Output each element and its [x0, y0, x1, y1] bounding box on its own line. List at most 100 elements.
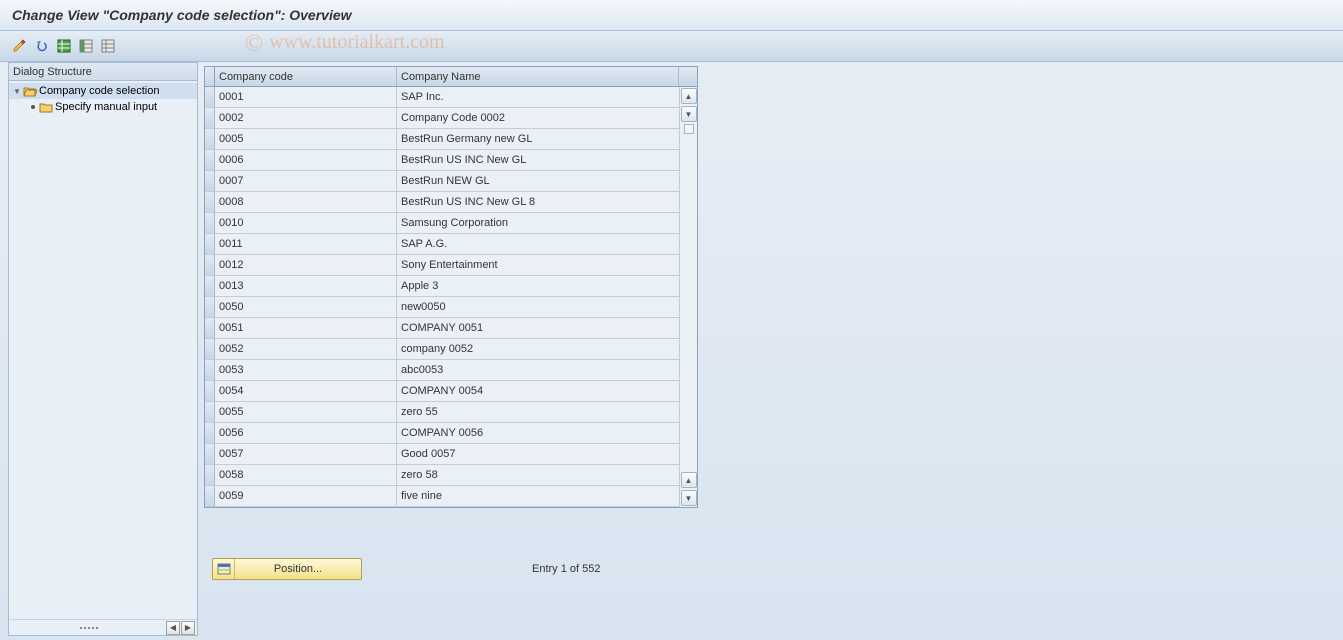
cell-company-name[interactable]: BestRun Germany new GL [397, 129, 679, 150]
scroll-down-button[interactable]: ▼ [681, 106, 697, 122]
table-row[interactable]: 0057Good 0057 [205, 444, 679, 465]
cell-company-code[interactable]: 0001 [215, 87, 397, 108]
select-all-button[interactable] [54, 36, 74, 56]
cell-company-code[interactable]: 0057 [215, 444, 397, 465]
row-selector[interactable] [205, 150, 215, 171]
table-row[interactable]: 0053abc0053 [205, 360, 679, 381]
cell-company-code[interactable]: 0013 [215, 276, 397, 297]
cell-company-name[interactable]: zero 58 [397, 465, 679, 486]
cell-company-name[interactable]: company 0052 [397, 339, 679, 360]
cell-company-name[interactable]: COMPANY 0054 [397, 381, 679, 402]
table-row[interactable]: 0013Apple 3 [205, 276, 679, 297]
table-row[interactable]: 0011SAP A.G. [205, 234, 679, 255]
table-row[interactable]: 0055zero 55 [205, 402, 679, 423]
cell-company-name[interactable]: BestRun US INC New GL [397, 150, 679, 171]
table-row[interactable]: 0012Sony Entertainment [205, 255, 679, 276]
table-row[interactable]: 0056COMPANY 0056 [205, 423, 679, 444]
cell-company-code[interactable]: 0052 [215, 339, 397, 360]
cell-company-name[interactable]: COMPANY 0056 [397, 423, 679, 444]
row-selector[interactable] [205, 108, 215, 129]
table-row[interactable]: 0002Company Code 0002 [205, 108, 679, 129]
cell-company-code[interactable]: 0011 [215, 234, 397, 255]
deselect-all-button[interactable] [98, 36, 118, 56]
cell-company-code[interactable]: 0054 [215, 381, 397, 402]
row-selector[interactable] [205, 276, 215, 297]
cell-company-name[interactable]: Good 0057 [397, 444, 679, 465]
select-block-button[interactable] [76, 36, 96, 56]
table-row[interactable]: 0054COMPANY 0054 [205, 381, 679, 402]
resize-grip-icon[interactable] [80, 627, 98, 629]
table-row[interactable]: 0007BestRun NEW GL [205, 171, 679, 192]
cell-company-code[interactable]: 0005 [215, 129, 397, 150]
table-row[interactable]: 0052company 0052 [205, 339, 679, 360]
scroll-left-button[interactable]: ◀ [166, 621, 180, 635]
cell-company-code[interactable]: 0058 [215, 465, 397, 486]
table-row[interactable]: 0005BestRun Germany new GL [205, 129, 679, 150]
cell-company-code[interactable]: 0002 [215, 108, 397, 129]
row-selector[interactable] [205, 465, 215, 486]
cell-company-code[interactable]: 0012 [215, 255, 397, 276]
row-selector[interactable] [205, 87, 215, 108]
tree-item-specify-manual-input[interactable]: Specify manual input [9, 99, 197, 115]
cell-company-code[interactable]: 0010 [215, 213, 397, 234]
row-selector[interactable] [205, 318, 215, 339]
scroll-up-bottom-button[interactable]: ▲ [681, 472, 697, 488]
row-selector[interactable] [205, 339, 215, 360]
cell-company-name[interactable]: BestRun US INC New GL 8 [397, 192, 679, 213]
row-selector[interactable] [205, 381, 215, 402]
cell-company-name[interactable]: SAP A.G. [397, 234, 679, 255]
cell-company-code[interactable]: 0007 [215, 171, 397, 192]
scroll-right-button[interactable]: ▶ [181, 621, 195, 635]
row-selector[interactable] [205, 213, 215, 234]
tree-collapse-icon[interactable]: ▼ [13, 87, 21, 96]
cell-company-name[interactable]: Samsung Corporation [397, 213, 679, 234]
row-selector-header[interactable] [205, 67, 215, 86]
cell-company-name[interactable]: SAP Inc. [397, 87, 679, 108]
cell-company-name[interactable]: COMPANY 0051 [397, 318, 679, 339]
row-selector[interactable] [205, 192, 215, 213]
scroll-down-bottom-button[interactable]: ▼ [681, 490, 697, 506]
cell-company-code[interactable]: 0006 [215, 150, 397, 171]
table-row[interactable]: 0008BestRun US INC New GL 8 [205, 192, 679, 213]
row-selector[interactable] [205, 360, 215, 381]
row-selector[interactable] [205, 255, 215, 276]
table-row[interactable]: 0058zero 58 [205, 465, 679, 486]
cell-company-code[interactable]: 0053 [215, 360, 397, 381]
table-row[interactable]: 0006BestRun US INC New GL [205, 150, 679, 171]
cell-company-name[interactable]: abc0053 [397, 360, 679, 381]
cell-company-name[interactable]: Apple 3 [397, 276, 679, 297]
cell-company-code[interactable]: 0051 [215, 318, 397, 339]
row-selector[interactable] [205, 297, 215, 318]
row-selector[interactable] [205, 171, 215, 192]
cell-company-name[interactable]: Company Code 0002 [397, 108, 679, 129]
cell-company-name[interactable]: BestRun NEW GL [397, 171, 679, 192]
table-row[interactable]: 0051COMPANY 0051 [205, 318, 679, 339]
cell-company-name[interactable]: new0050 [397, 297, 679, 318]
table-row[interactable]: 0010Samsung Corporation [205, 213, 679, 234]
row-selector[interactable] [205, 234, 215, 255]
table-row[interactable]: 0050new0050 [205, 297, 679, 318]
position-button[interactable]: Position... [212, 558, 362, 580]
cell-company-name[interactable]: Sony Entertainment [397, 255, 679, 276]
undo-button[interactable] [32, 36, 52, 56]
row-selector[interactable] [205, 486, 215, 507]
cell-company-code[interactable]: 0056 [215, 423, 397, 444]
row-selector[interactable] [205, 423, 215, 444]
cell-company-code[interactable]: 0059 [215, 486, 397, 507]
table-row[interactable]: 0001SAP Inc. [205, 87, 679, 108]
table-row[interactable]: 0059five nine [205, 486, 679, 507]
scrollbar-select-box[interactable] [684, 124, 694, 134]
column-header-company-name[interactable]: Company Name [397, 67, 679, 86]
cell-company-code[interactable]: 0050 [215, 297, 397, 318]
column-header-company-code[interactable]: Company code [215, 67, 397, 86]
other-view-button[interactable] [10, 36, 30, 56]
cell-company-name[interactable]: zero 55 [397, 402, 679, 423]
cell-company-name[interactable]: five nine [397, 486, 679, 507]
tree-item-company-code-selection[interactable]: ▼ Company code selection [9, 83, 197, 99]
row-selector[interactable] [205, 402, 215, 423]
cell-company-code[interactable]: 0008 [215, 192, 397, 213]
scroll-up-button[interactable]: ▲ [681, 88, 697, 104]
row-selector[interactable] [205, 444, 215, 465]
row-selector[interactable] [205, 129, 215, 150]
cell-company-code[interactable]: 0055 [215, 402, 397, 423]
